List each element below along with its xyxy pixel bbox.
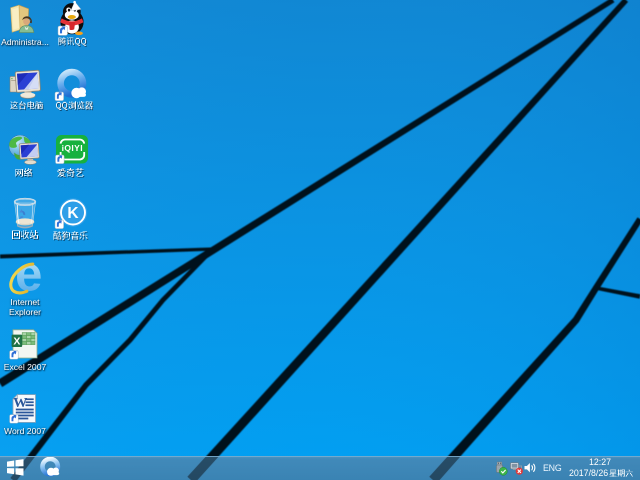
- svg-text:iQIYI: iQIYI: [62, 143, 83, 153]
- svg-text:K: K: [67, 205, 79, 222]
- svg-text:W: W: [13, 396, 27, 411]
- svg-text:X: X: [13, 335, 20, 347]
